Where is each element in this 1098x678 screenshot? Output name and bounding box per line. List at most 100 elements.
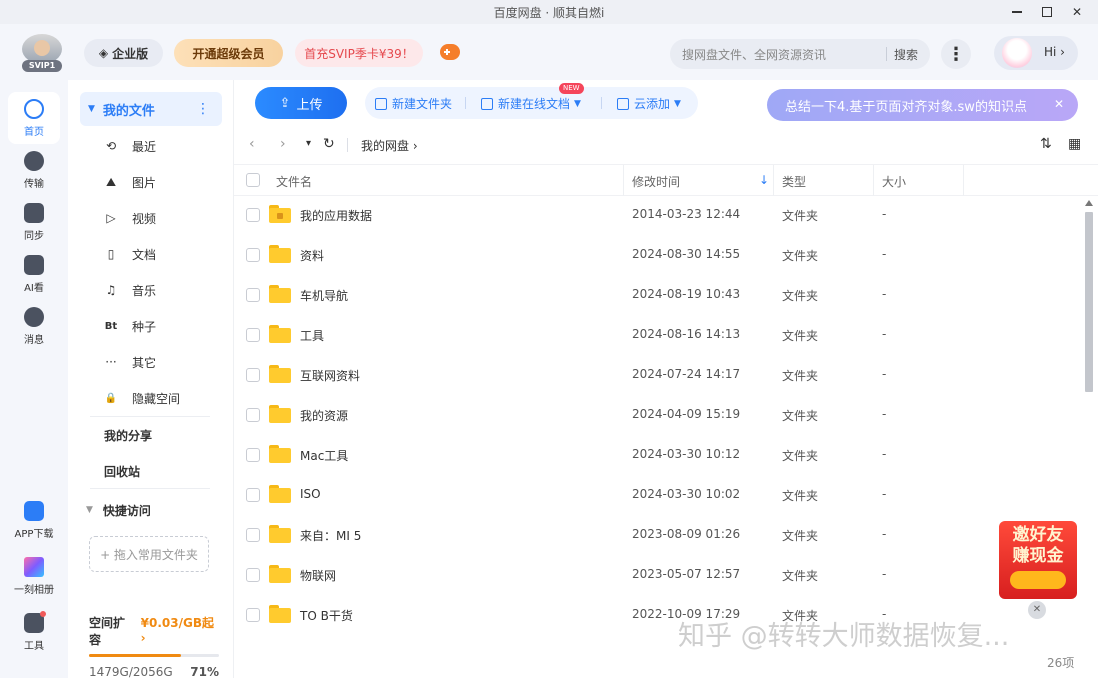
breadcrumb[interactable]: 我的网盘 › xyxy=(361,137,418,154)
column-divider[interactable] xyxy=(873,165,874,196)
table-row[interactable]: 工具 2024-08-16 14:13 文件夹 - xyxy=(234,315,1082,355)
sidebar-item-hidden-space[interactable]: 🔒 隐藏空间 xyxy=(104,380,222,416)
file-name[interactable]: 我的资源 xyxy=(300,407,348,424)
file-name[interactable]: 我的应用数据 xyxy=(300,207,372,224)
maximize-button[interactable] xyxy=(1032,0,1062,24)
storage-price[interactable]: ¥0.03/GB起 › xyxy=(141,614,219,648)
open-vip-button[interactable]: 开通超级会员 xyxy=(174,39,283,67)
rail-item-sync[interactable]: 同步 xyxy=(8,196,60,248)
row-checkbox[interactable] xyxy=(246,488,260,502)
column-divider[interactable] xyxy=(623,165,624,196)
new-folder-button[interactable]: 新建文件夹 xyxy=(375,95,452,112)
table-row[interactable]: Mac工具 2024-03-30 10:12 文件夹 - xyxy=(234,435,1082,475)
rail-item-ai-watch[interactable]: AI看 xyxy=(8,248,60,300)
file-name[interactable]: 来自：MI 5 xyxy=(300,527,361,544)
table-row[interactable]: 物联网 2023-05-07 12:57 文件夹 - xyxy=(234,555,1082,595)
rail-item-tools[interactable]: 工具 xyxy=(8,606,60,658)
sidebar-item-videos[interactable]: ▷ 视频 xyxy=(104,200,222,236)
rail-item-messages[interactable]: 消息 xyxy=(8,300,60,352)
search-input[interactable]: 搜网盘文件、全网资源资讯 xyxy=(682,46,826,63)
upload-button[interactable]: ⇪ 上传 xyxy=(255,87,347,119)
column-divider[interactable] xyxy=(963,165,964,196)
forward-button[interactable]: › xyxy=(280,136,286,152)
file-name[interactable]: 工具 xyxy=(300,327,324,344)
sidebar-item-images[interactable]: ⛰ 图片 xyxy=(104,164,222,200)
select-all-checkbox[interactable] xyxy=(246,173,260,187)
table-row[interactable]: 互联网资料 2024-07-24 14:17 文件夹 - xyxy=(234,355,1082,395)
row-checkbox[interactable] xyxy=(246,408,260,422)
file-name[interactable]: 物联网 xyxy=(300,567,336,584)
avatar[interactable]: SVIP1 xyxy=(22,34,62,72)
row-checkbox[interactable] xyxy=(246,328,260,342)
quick-access-header[interactable]: ▼ 快捷访问 xyxy=(86,498,216,522)
sort-desc-icon[interactable]: ↓ xyxy=(759,173,769,187)
table-row[interactable]: 车机导航 2024-08-19 10:43 文件夹 - xyxy=(234,275,1082,315)
back-button[interactable]: ‹ xyxy=(249,136,255,152)
table-row[interactable]: 我的资源 2024-04-09 15:19 文件夹 - xyxy=(234,395,1082,435)
close-icon[interactable]: ✕ xyxy=(1054,97,1064,111)
sidebar-item-recent[interactable]: ⟲ 最近 xyxy=(104,128,222,164)
storage-panel[interactable]: 空间扩容 ¥0.03/GB起 › 1479G/2056G 71% xyxy=(89,614,219,678)
scroll-up-icon[interactable] xyxy=(1085,200,1093,206)
file-name[interactable]: 互联网资料 xyxy=(300,367,360,384)
table-row[interactable]: ISO 2024-03-30 10:02 文件夹 - xyxy=(234,475,1082,515)
close-button[interactable]: ✕ xyxy=(1062,0,1092,24)
row-checkbox[interactable] xyxy=(246,248,260,262)
table-row[interactable]: 资料 2024-08-30 14:55 文件夹 - xyxy=(234,235,1082,275)
grid-view-icon[interactable]: ▦ xyxy=(1068,136,1081,152)
scrollbar[interactable] xyxy=(1085,200,1093,600)
row-checkbox[interactable] xyxy=(246,528,260,542)
sort-icon[interactable]: ⇅ xyxy=(1040,136,1052,152)
refresh-button[interactable]: ↻ xyxy=(323,136,335,152)
sidebar-item-recycle-bin[interactable]: 回收站 xyxy=(104,453,222,489)
row-checkbox[interactable] xyxy=(246,448,260,462)
more-options-icon[interactable]: ⋮ xyxy=(196,101,210,117)
file-name[interactable]: TO B干货 xyxy=(300,607,353,624)
column-header-mtime[interactable]: 修改时间 xyxy=(632,173,680,190)
quick-access-drop-zone[interactable]: + 拖入常用文件夹 xyxy=(89,536,209,572)
invite-friends-promo[interactable]: 邀好友 赚现金 xyxy=(999,521,1077,599)
sidebar-item-my-files[interactable]: ▼ 我的文件 ⋮ xyxy=(80,92,222,126)
sidebar-item-documents[interactable]: ▯ 文档 xyxy=(104,236,222,272)
file-name[interactable]: Mac工具 xyxy=(300,447,348,464)
promo-close-button[interactable]: ✕ xyxy=(1028,601,1046,619)
row-checkbox[interactable] xyxy=(246,608,260,622)
assistant-button[interactable]: Hi › xyxy=(994,36,1078,70)
column-header-type[interactable]: 类型 xyxy=(782,173,806,190)
table-row[interactable]: 来自：MI 5 2023-08-09 01:26 文件夹 - xyxy=(234,515,1082,555)
sidebar-item-music[interactable]: ♫ 音乐 xyxy=(104,272,222,308)
row-checkbox[interactable] xyxy=(246,288,260,302)
sidebar-item-my-share[interactable]: 我的分享 xyxy=(104,417,222,453)
column-header-size[interactable]: 大小 xyxy=(882,173,906,190)
sidebar-item-other[interactable]: ··· 其它 xyxy=(104,344,222,380)
file-name[interactable]: ISO xyxy=(300,487,321,501)
history-dropdown-icon[interactable]: ▾ xyxy=(306,138,311,149)
ai-summary-text[interactable]: 总结一下4.基于页面对齐对象.sw的知识点 xyxy=(785,96,1027,115)
search-button[interactable]: 搜索 xyxy=(894,46,918,63)
scrollbar-thumb[interactable] xyxy=(1085,212,1093,392)
search-box[interactable]: 搜网盘文件、全网资源资讯 搜索 xyxy=(670,39,930,69)
row-checkbox[interactable] xyxy=(246,368,260,382)
enterprise-button[interactable]: ◈ 企业版 xyxy=(84,39,163,67)
column-divider[interactable] xyxy=(773,165,774,196)
svip-promo-button[interactable]: 首充SVIP季卡¥39！ xyxy=(295,39,423,67)
more-menu-button[interactable]: ⋮ xyxy=(941,39,971,69)
rail-item-album[interactable]: 一刻相册 xyxy=(8,550,60,602)
ai-summary-banner[interactable]: 总结一下4.基于页面对齐对象.sw的知识点 ✕ xyxy=(767,89,1078,121)
rail-item-home[interactable]: 首页 xyxy=(8,92,60,144)
file-name[interactable]: 车机导航 xyxy=(300,287,348,304)
row-checkbox[interactable] xyxy=(246,208,260,222)
game-icon[interactable] xyxy=(440,44,460,60)
sidebar-item-torrents[interactable]: Bt 种子 xyxy=(104,308,222,344)
file-name[interactable]: 资料 xyxy=(300,247,324,264)
new-online-doc-button[interactable]: 新建在线文档 ▼ xyxy=(481,95,581,112)
column-header-name[interactable]: 文件名 xyxy=(276,173,312,190)
collapse-caret-icon[interactable]: ▼ xyxy=(88,104,95,114)
collapse-caret-icon[interactable]: ▼ xyxy=(86,505,93,515)
rail-item-transfer[interactable]: 传输 xyxy=(8,144,60,196)
rail-item-app-download[interactable]: APP下载 xyxy=(8,494,60,546)
minimize-button[interactable] xyxy=(1002,0,1032,24)
row-checkbox[interactable] xyxy=(246,568,260,582)
table-row[interactable]: 我的应用数据 2014-03-23 12:44 文件夹 - xyxy=(234,195,1082,235)
cloud-add-button[interactable]: 云添加 ▼ xyxy=(617,95,681,112)
